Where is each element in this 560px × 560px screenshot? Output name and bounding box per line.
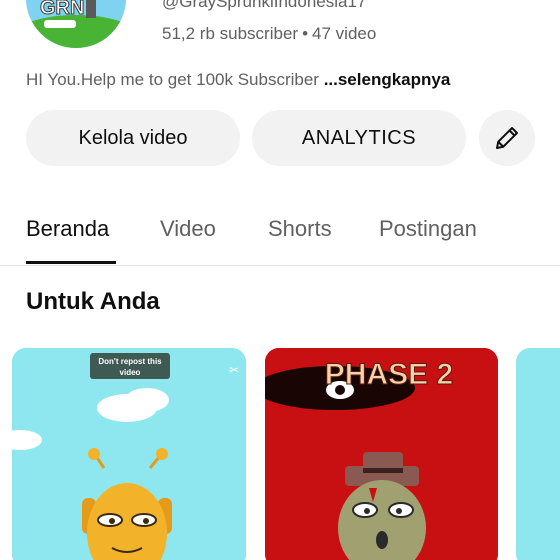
manage-videos-button[interactable]: Kelola video (26, 110, 240, 166)
analytics-label: ANALYTICS (301, 126, 417, 149)
channel-description[interactable]: HI You.Help me to get 100k Subscriber ..… (26, 70, 450, 90)
short-thumbnail: PHASE 2 (265, 348, 498, 560)
manage-videos-label: Kelola video (78, 126, 188, 149)
channel-handle: @GraySprunkiIndonesia17 (162, 0, 367, 11)
short-card[interactable] (516, 348, 560, 560)
channel-avatar[interactable]: GRN (26, 0, 126, 48)
edit-channel-button[interactable] (479, 110, 535, 166)
tab-postingan[interactable]: Postingan (379, 216, 477, 242)
section-title: Untuk Anda (26, 288, 160, 315)
channel-stats: 51,2 rb subscriber • 47 video (162, 24, 376, 44)
tab-video[interactable]: Video (160, 216, 216, 242)
pencil-icon (496, 127, 518, 149)
more-link[interactable]: ...selengkapnya (324, 70, 451, 89)
tab-shorts[interactable]: Shorts (268, 216, 332, 242)
short-card[interactable]: PHASE 2 (265, 348, 498, 560)
description-text: HI You.Help me to get 100k Subscriber (26, 70, 324, 89)
short-card[interactable]: Don't repost this video ✂ (12, 348, 246, 560)
tab-beranda[interactable]: Beranda (26, 216, 109, 242)
subscriber-count: 51,2 rb subscriber (162, 24, 299, 43)
short-overlay-text: PHASE 2 (325, 358, 453, 391)
logo-icon: ✂ (229, 363, 239, 377)
active-tab-indicator (26, 261, 116, 264)
stats-separator: • (302, 24, 309, 43)
short-thumbnail: Don't repost this video ✂ (12, 348, 246, 560)
avatar-logo-text: GRN (40, 0, 84, 19)
avatar-image: GRN (26, 0, 126, 48)
video-count: 47 video (312, 24, 377, 43)
analytics-button[interactable]: ANALYTICS (252, 110, 466, 166)
channel-tabs: Beranda Video Shorts Postingan (0, 198, 560, 266)
